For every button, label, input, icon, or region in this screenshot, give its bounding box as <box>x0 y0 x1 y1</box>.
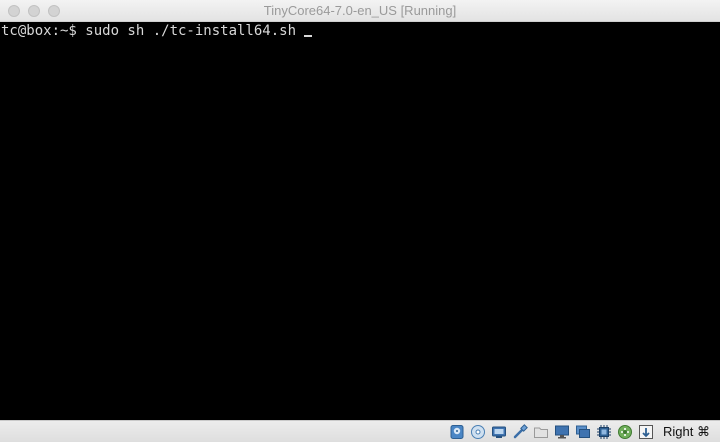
network-icon[interactable] <box>617 424 633 440</box>
title-bar[interactable]: TinyCore64-7.0-en_US [Running] <box>0 0 720 22</box>
hard-disk-icon[interactable] <box>449 424 465 440</box>
display-icon[interactable] <box>554 424 570 440</box>
status-icons: Right ⌘ <box>449 422 720 442</box>
mouse-integration-icon[interactable] <box>638 424 654 440</box>
audio-icon[interactable] <box>491 424 507 440</box>
usb-icon[interactable] <box>512 424 528 440</box>
command-text: tc@box:~$ sudo sh ./tc-install64.sh <box>1 23 297 39</box>
host-key-label: Right ⌘ <box>663 424 710 439</box>
status-bar: Right ⌘ <box>0 420 720 442</box>
terminal-line: tc@box:~$ sudo sh ./tc-install64.sh <box>1 23 313 39</box>
vm-window: TinyCore64-7.0-en_US [Running] tc@box:~$… <box>0 0 720 442</box>
text-cursor <box>304 35 313 37</box>
video-capture-icon[interactable] <box>575 424 591 440</box>
cpu-icon[interactable] <box>596 424 612 440</box>
vm-screen[interactable]: tc@box:~$ sudo sh ./tc-install64.sh <box>0 22 720 420</box>
optical-disk-icon[interactable] <box>470 424 486 440</box>
window-title: TinyCore64-7.0-en_US [Running] <box>263 3 457 18</box>
shared-folders-icon[interactable] <box>533 424 549 440</box>
